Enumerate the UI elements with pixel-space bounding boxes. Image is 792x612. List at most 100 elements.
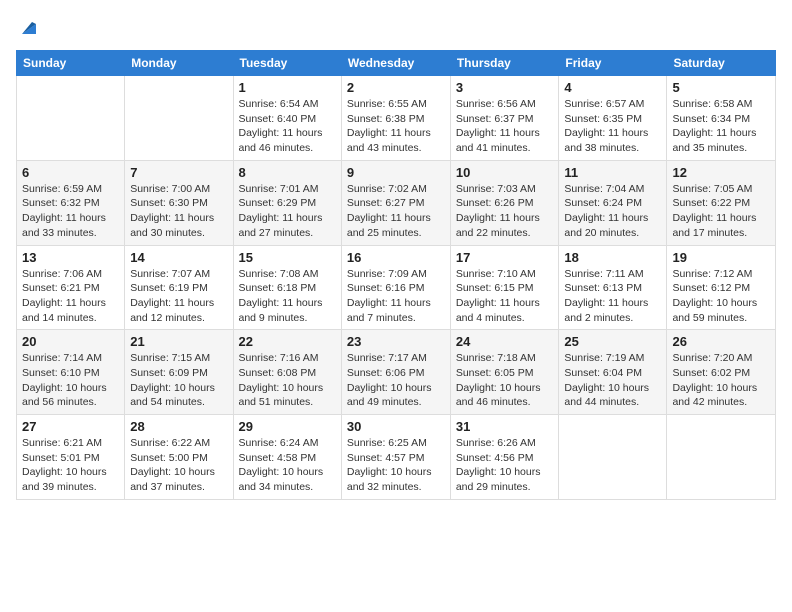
day-info: Sunrise: 6:55 AM Sunset: 6:38 PM Dayligh… xyxy=(347,97,445,156)
day-number: 27 xyxy=(22,419,119,434)
weekday-header-wednesday: Wednesday xyxy=(341,51,450,76)
day-info: Sunrise: 7:15 AM Sunset: 6:09 PM Dayligh… xyxy=(130,351,227,410)
day-number: 13 xyxy=(22,250,119,265)
day-number: 20 xyxy=(22,334,119,349)
calendar-cell: 28 Sunrise: 6:22 AM Sunset: 5:00 PM Dayli… xyxy=(125,415,233,500)
weekday-header-sunday: Sunday xyxy=(17,51,125,76)
day-number: 28 xyxy=(130,419,227,434)
day-info: Sunrise: 7:09 AM Sunset: 6:16 PM Dayligh… xyxy=(347,267,445,326)
calendar-cell: 31 Sunrise: 6:26 AM Sunset: 4:56 PM Dayli… xyxy=(450,415,559,500)
day-info: Sunrise: 7:00 AM Sunset: 6:30 PM Dayligh… xyxy=(130,182,227,241)
day-number: 7 xyxy=(130,165,227,180)
calendar-cell: 10 Sunrise: 7:03 AM Sunset: 6:26 PM Dayli… xyxy=(450,160,559,245)
calendar-cell: 8Sunrise: 7:01 AM Sunset: 6:29 PM Daylig… xyxy=(233,160,341,245)
calendar-week-5: 27 Sunrise: 6:21 AM Sunset: 5:01 PM Dayli… xyxy=(17,415,776,500)
day-info: Sunrise: 6:26 AM Sunset: 4:56 PM Dayligh… xyxy=(456,436,554,495)
logo xyxy=(16,16,40,38)
day-number: 15 xyxy=(239,250,336,265)
day-info: Sunrise: 7:04 AM Sunset: 6:24 PM Dayligh… xyxy=(564,182,661,241)
calendar-cell: 15 Sunrise: 7:08 AM Sunset: 6:18 PM Dayli… xyxy=(233,245,341,330)
calendar-cell: 16 Sunrise: 7:09 AM Sunset: 6:16 PM Dayli… xyxy=(341,245,450,330)
calendar-cell: 17 Sunrise: 7:10 AM Sunset: 6:15 PM Dayli… xyxy=(450,245,559,330)
page-header xyxy=(16,16,776,38)
weekday-header-thursday: Thursday xyxy=(450,51,559,76)
day-info: Sunrise: 7:07 AM Sunset: 6:19 PM Dayligh… xyxy=(130,267,227,326)
calendar-cell xyxy=(667,415,776,500)
day-info: Sunrise: 6:57 AM Sunset: 6:35 PM Dayligh… xyxy=(564,97,661,156)
calendar-cell: 25 Sunrise: 7:19 AM Sunset: 6:04 PM Dayli… xyxy=(559,330,667,415)
calendar-week-3: 13 Sunrise: 7:06 AM Sunset: 6:21 PM Dayli… xyxy=(17,245,776,330)
calendar-cell: 4 Sunrise: 6:57 AM Sunset: 6:35 PM Daylig… xyxy=(559,76,667,161)
day-number: 22 xyxy=(239,334,336,349)
day-info: Sunrise: 6:54 AM Sunset: 6:40 PM Dayligh… xyxy=(239,97,336,156)
calendar-cell: 29 Sunrise: 6:24 AM Sunset: 4:58 PM Dayli… xyxy=(233,415,341,500)
day-info: Sunrise: 7:02 AM Sunset: 6:27 PM Dayligh… xyxy=(347,182,445,241)
calendar-cell: 14Sunrise: 7:07 AM Sunset: 6:19 PM Dayli… xyxy=(125,245,233,330)
day-info: Sunrise: 6:25 AM Sunset: 4:57 PM Dayligh… xyxy=(347,436,445,495)
day-number: 26 xyxy=(672,334,770,349)
day-number: 21 xyxy=(130,334,227,349)
day-info: Sunrise: 6:21 AM Sunset: 5:01 PM Dayligh… xyxy=(22,436,119,495)
day-info: Sunrise: 7:19 AM Sunset: 6:04 PM Dayligh… xyxy=(564,351,661,410)
day-number: 24 xyxy=(456,334,554,349)
day-info: Sunrise: 7:18 AM Sunset: 6:05 PM Dayligh… xyxy=(456,351,554,410)
calendar-cell: 27 Sunrise: 6:21 AM Sunset: 5:01 PM Dayli… xyxy=(17,415,125,500)
calendar-cell: 1 Sunrise: 6:54 AM Sunset: 6:40 PM Daylig… xyxy=(233,76,341,161)
day-info: Sunrise: 7:01 AM Sunset: 6:29 PM Dayligh… xyxy=(239,182,336,241)
calendar-cell: 11 Sunrise: 7:04 AM Sunset: 6:24 PM Dayli… xyxy=(559,160,667,245)
calendar-cell: 18Sunrise: 7:11 AM Sunset: 6:13 PM Dayli… xyxy=(559,245,667,330)
day-info: Sunrise: 7:20 AM Sunset: 6:02 PM Dayligh… xyxy=(672,351,770,410)
day-number: 29 xyxy=(239,419,336,434)
weekday-header-monday: Monday xyxy=(125,51,233,76)
calendar-cell xyxy=(17,76,125,161)
day-number: 5 xyxy=(672,80,770,95)
calendar-week-2: 6Sunrise: 6:59 AM Sunset: 6:32 PM Daylig… xyxy=(17,160,776,245)
calendar-cell: 22 Sunrise: 7:16 AM Sunset: 6:08 PM Dayli… xyxy=(233,330,341,415)
calendar-cell: 3 Sunrise: 6:56 AM Sunset: 6:37 PM Daylig… xyxy=(450,76,559,161)
day-number: 12 xyxy=(672,165,770,180)
weekday-header-friday: Friday xyxy=(559,51,667,76)
day-info: Sunrise: 6:22 AM Sunset: 5:00 PM Dayligh… xyxy=(130,436,227,495)
logo-icon xyxy=(18,16,40,38)
day-number: 31 xyxy=(456,419,554,434)
calendar-cell: 6Sunrise: 6:59 AM Sunset: 6:32 PM Daylig… xyxy=(17,160,125,245)
calendar-cell: 26 Sunrise: 7:20 AM Sunset: 6:02 PM Dayli… xyxy=(667,330,776,415)
calendar-cell: 20 Sunrise: 7:14 AM Sunset: 6:10 PM Dayli… xyxy=(17,330,125,415)
day-number: 18 xyxy=(564,250,661,265)
calendar-cell: 19Sunrise: 7:12 AM Sunset: 6:12 PM Dayli… xyxy=(667,245,776,330)
day-info: Sunrise: 7:03 AM Sunset: 6:26 PM Dayligh… xyxy=(456,182,554,241)
day-number: 23 xyxy=(347,334,445,349)
day-info: Sunrise: 7:08 AM Sunset: 6:18 PM Dayligh… xyxy=(239,267,336,326)
day-info: Sunrise: 6:58 AM Sunset: 6:34 PM Dayligh… xyxy=(672,97,770,156)
day-info: Sunrise: 7:16 AM Sunset: 6:08 PM Dayligh… xyxy=(239,351,336,410)
calendar-cell: 13 Sunrise: 7:06 AM Sunset: 6:21 PM Dayli… xyxy=(17,245,125,330)
day-info: Sunrise: 7:10 AM Sunset: 6:15 PM Dayligh… xyxy=(456,267,554,326)
day-number: 1 xyxy=(239,80,336,95)
calendar-table: SundayMondayTuesdayWednesdayThursdayFrid… xyxy=(16,50,776,500)
calendar-week-1: 1 Sunrise: 6:54 AM Sunset: 6:40 PM Daylig… xyxy=(17,76,776,161)
calendar-cell: 5 Sunrise: 6:58 AM Sunset: 6:34 PM Daylig… xyxy=(667,76,776,161)
day-info: Sunrise: 7:12 AM Sunset: 6:12 PM Dayligh… xyxy=(672,267,770,326)
weekday-header-saturday: Saturday xyxy=(667,51,776,76)
calendar-cell: 30 Sunrise: 6:25 AM Sunset: 4:57 PM Dayli… xyxy=(341,415,450,500)
day-info: Sunrise: 7:05 AM Sunset: 6:22 PM Dayligh… xyxy=(672,182,770,241)
day-number: 16 xyxy=(347,250,445,265)
day-number: 11 xyxy=(564,165,661,180)
day-number: 10 xyxy=(456,165,554,180)
day-info: Sunrise: 7:06 AM Sunset: 6:21 PM Dayligh… xyxy=(22,267,119,326)
day-info: Sunrise: 7:14 AM Sunset: 6:10 PM Dayligh… xyxy=(22,351,119,410)
calendar-cell: 21 Sunrise: 7:15 AM Sunset: 6:09 PM Dayli… xyxy=(125,330,233,415)
calendar-cell: 24 Sunrise: 7:18 AM Sunset: 6:05 PM Dayli… xyxy=(450,330,559,415)
day-number: 17 xyxy=(456,250,554,265)
calendar-cell: 9Sunrise: 7:02 AM Sunset: 6:27 PM Daylig… xyxy=(341,160,450,245)
day-number: 25 xyxy=(564,334,661,349)
day-number: 3 xyxy=(456,80,554,95)
day-info: Sunrise: 6:24 AM Sunset: 4:58 PM Dayligh… xyxy=(239,436,336,495)
day-number: 6 xyxy=(22,165,119,180)
calendar-cell xyxy=(125,76,233,161)
day-info: Sunrise: 6:56 AM Sunset: 6:37 PM Dayligh… xyxy=(456,97,554,156)
day-number: 30 xyxy=(347,419,445,434)
day-number: 4 xyxy=(564,80,661,95)
calendar-cell: 23Sunrise: 7:17 AM Sunset: 6:06 PM Dayli… xyxy=(341,330,450,415)
calendar-week-4: 20 Sunrise: 7:14 AM Sunset: 6:10 PM Dayli… xyxy=(17,330,776,415)
